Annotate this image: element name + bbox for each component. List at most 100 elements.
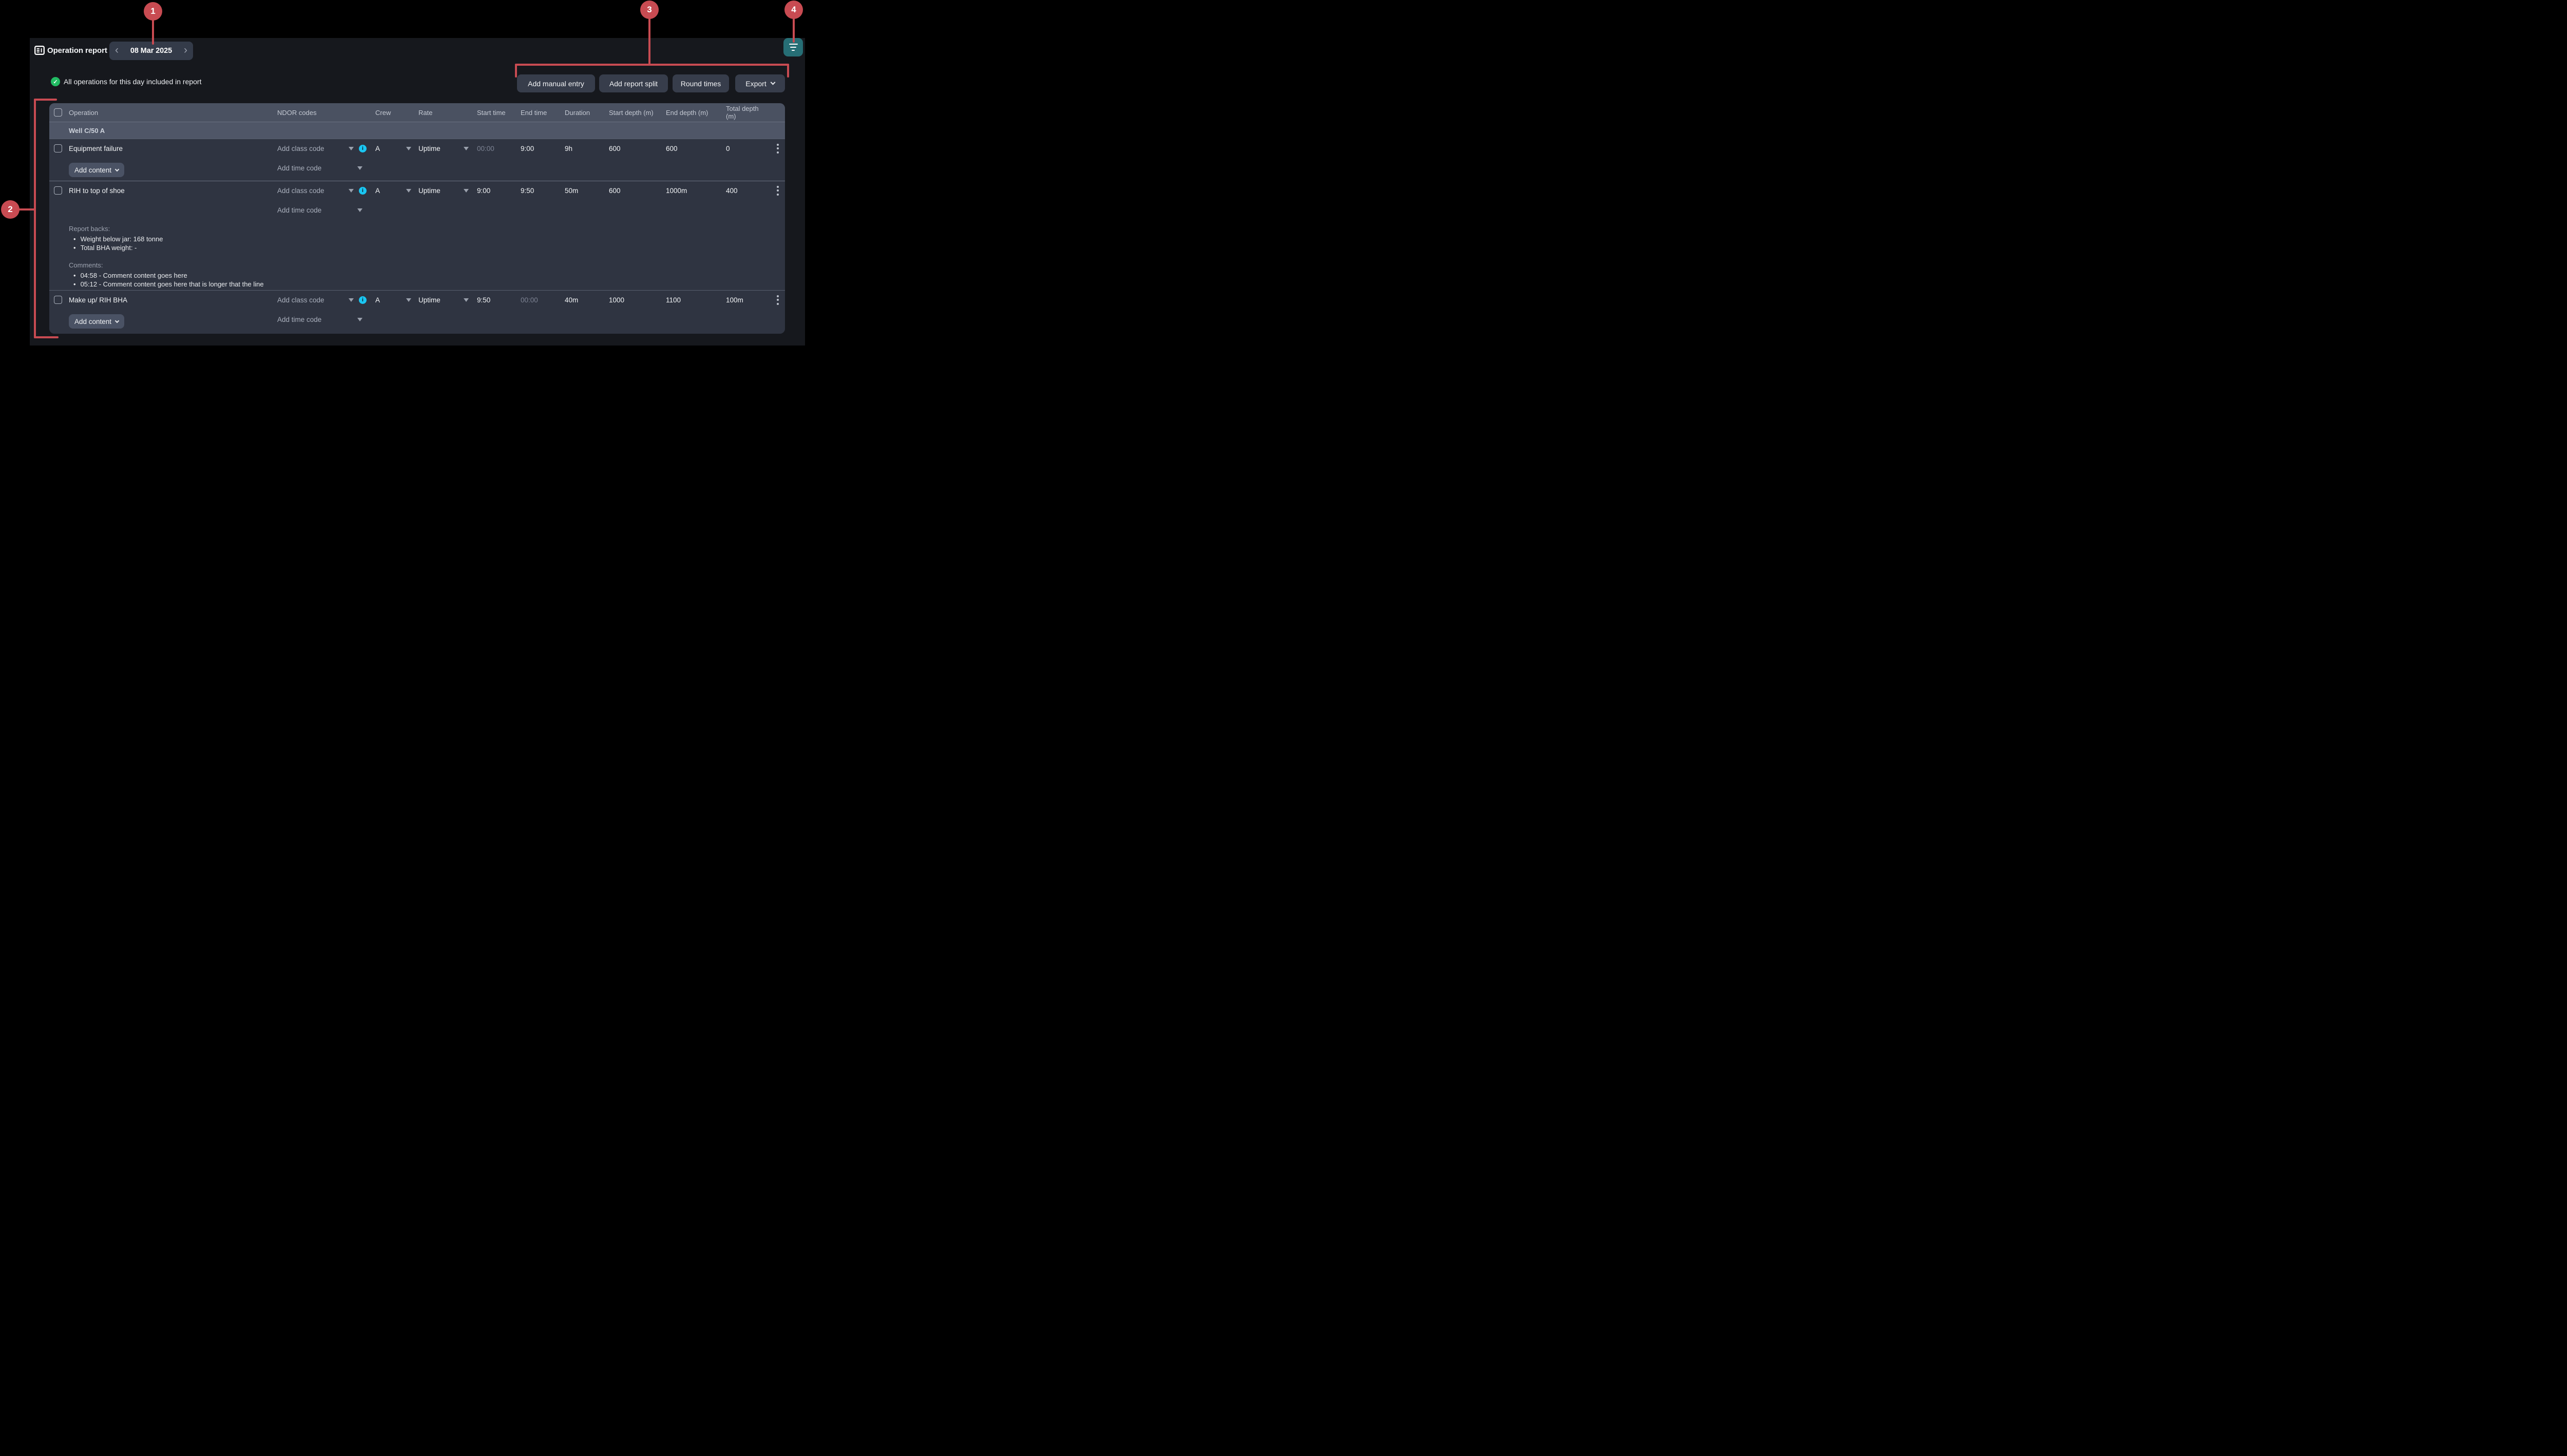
start-time-value[interactable]: 9:50 (477, 296, 521, 304)
row-menu-kebab-icon[interactable] (770, 184, 785, 198)
rate-value: Uptime (418, 187, 440, 195)
add-manual-entry-label: Add manual entry (528, 80, 584, 88)
report-back-item: Total BHA weight: - (69, 243, 264, 252)
end-depth-value[interactable]: 600 (666, 145, 726, 152)
annotation-badge-3: 3 (640, 1, 659, 19)
chevron-down-icon (770, 80, 775, 85)
duration-value: 40m (565, 296, 609, 304)
date-picker[interactable]: ‹ 08 Mar 2025 › (109, 42, 193, 60)
add-content-button[interactable]: Add content (69, 314, 124, 329)
round-times-button[interactable]: Round times (673, 74, 729, 92)
add-content-label: Add content (74, 318, 111, 325)
report-back-item: Weight below jar: 168 tonne (69, 235, 264, 243)
operation-name: RIH to top of shoe (69, 187, 277, 195)
caret-down-icon[interactable] (406, 298, 411, 302)
time-code-dropdown[interactable]: Add time code (277, 163, 362, 173)
comment-item: 04:58 - Comment content goes here (69, 271, 264, 280)
caret-down-icon[interactable] (464, 147, 469, 150)
info-icon[interactable]: i (359, 296, 367, 304)
caret-down-icon[interactable] (349, 147, 354, 150)
select-all-checkbox[interactable] (54, 108, 62, 117)
caret-down-icon[interactable] (349, 298, 354, 302)
info-icon[interactable]: i (359, 187, 367, 195)
total-depth-value: 100m (726, 296, 770, 304)
time-code-dropdown[interactable]: Add time code (277, 205, 362, 215)
row-notes: Report backs: Weight below jar: 168 tonn… (69, 224, 264, 289)
end-depth-value[interactable]: 1000m (666, 187, 726, 195)
caret-down-icon[interactable] (349, 189, 354, 193)
end-time-value[interactable]: 9:00 (521, 145, 565, 152)
row-checkbox[interactable] (54, 186, 62, 195)
annotation-line-3-right-drop (787, 64, 789, 78)
operation-report-page: Operation report ‹ 08 Mar 2025 › ✓ All o… (0, 0, 805, 346)
add-time-code-placeholder: Add time code (277, 206, 321, 214)
chevron-left-icon[interactable]: ‹ (115, 45, 119, 55)
class-code-dropdown[interactable]: Add class code i (277, 139, 375, 158)
col-start-depth: Start depth (m) (609, 109, 666, 117)
well-group-label: Well C/50 A (69, 127, 277, 135)
annotation-line-3-stem (648, 18, 650, 65)
crew-dropdown[interactable]: A (375, 139, 418, 158)
row-menu-kebab-icon[interactable] (770, 142, 785, 156)
add-report-split-label: Add report split (609, 80, 658, 88)
add-time-code-placeholder: Add time code (277, 316, 321, 323)
operation-name: Equipment failure (69, 145, 277, 152)
annotation-line-2-top-tick (34, 99, 57, 101)
add-report-split-button[interactable]: Add report split (599, 74, 668, 92)
rate-value: Uptime (418, 145, 440, 152)
chevron-down-icon (115, 318, 119, 322)
add-time-code-placeholder: Add time code (277, 164, 321, 172)
annotation-line-4 (793, 18, 795, 43)
add-class-code-placeholder: Add class code (277, 296, 324, 304)
annotation-line-2-vertical (34, 99, 36, 338)
end-time-value[interactable]: 9:50 (521, 187, 565, 195)
comments-label: Comments: (69, 261, 264, 270)
export-label: Export (745, 80, 766, 88)
caret-down-icon[interactable] (406, 147, 411, 150)
add-manual-entry-button[interactable]: Add manual entry (517, 74, 595, 92)
add-content-button[interactable]: Add content (69, 163, 124, 177)
caret-down-icon[interactable] (464, 298, 469, 302)
col-crew: Crew (375, 109, 418, 117)
crew-dropdown[interactable]: A (375, 291, 418, 309)
end-depth-value[interactable]: 1100 (666, 296, 726, 304)
duration-value: 9h (565, 145, 609, 152)
col-operation: Operation (69, 109, 277, 117)
status-text: All operations for this day included in … (64, 78, 201, 86)
row-menu-kebab-icon[interactable] (770, 293, 785, 307)
caret-down-icon[interactable] (406, 189, 411, 193)
caret-down-icon[interactable] (357, 318, 362, 321)
table-row: RIH to top of shoe Add class code i A Up… (49, 181, 785, 290)
time-code-dropdown[interactable]: Add time code (277, 314, 362, 324)
caret-down-icon[interactable] (357, 208, 362, 212)
check-circle-icon: ✓ (51, 77, 60, 86)
rate-dropdown[interactable]: Uptime (418, 291, 477, 309)
start-depth-value[interactable]: 600 (609, 145, 666, 152)
report-icon (34, 46, 45, 58)
info-icon[interactable]: i (359, 145, 367, 152)
table-header-row: Operation NDOR codes Crew Rate Start tim… (49, 103, 785, 122)
export-button[interactable]: Export (735, 74, 785, 92)
crew-value: A (375, 187, 380, 195)
start-depth-value[interactable]: 600 (609, 187, 666, 195)
chevron-right-icon[interactable]: › (184, 45, 187, 55)
col-end-time: End time (521, 109, 565, 117)
class-code-dropdown[interactable]: Add class code i (277, 181, 375, 200)
duration-value: 50m (565, 187, 609, 195)
rate-dropdown[interactable]: Uptime (418, 139, 477, 158)
class-code-dropdown[interactable]: Add class code i (277, 291, 375, 309)
rate-value: Uptime (418, 296, 440, 304)
end-time-value[interactable]: 00:00 (521, 296, 565, 304)
row-checkbox[interactable] (54, 144, 62, 152)
annotation-line-3-bracket (515, 64, 789, 66)
annotation-line-2-bottom-tick (34, 336, 59, 338)
crew-dropdown[interactable]: A (375, 181, 418, 200)
start-depth-value[interactable]: 1000 (609, 296, 666, 304)
annotation-badge-1: 1 (144, 2, 162, 21)
start-time-value[interactable]: 9:00 (477, 187, 521, 195)
start-time-value[interactable]: 00:00 (477, 145, 521, 152)
caret-down-icon[interactable] (464, 189, 469, 193)
row-checkbox[interactable] (54, 296, 62, 304)
rate-dropdown[interactable]: Uptime (418, 181, 477, 200)
caret-down-icon[interactable] (357, 166, 362, 170)
